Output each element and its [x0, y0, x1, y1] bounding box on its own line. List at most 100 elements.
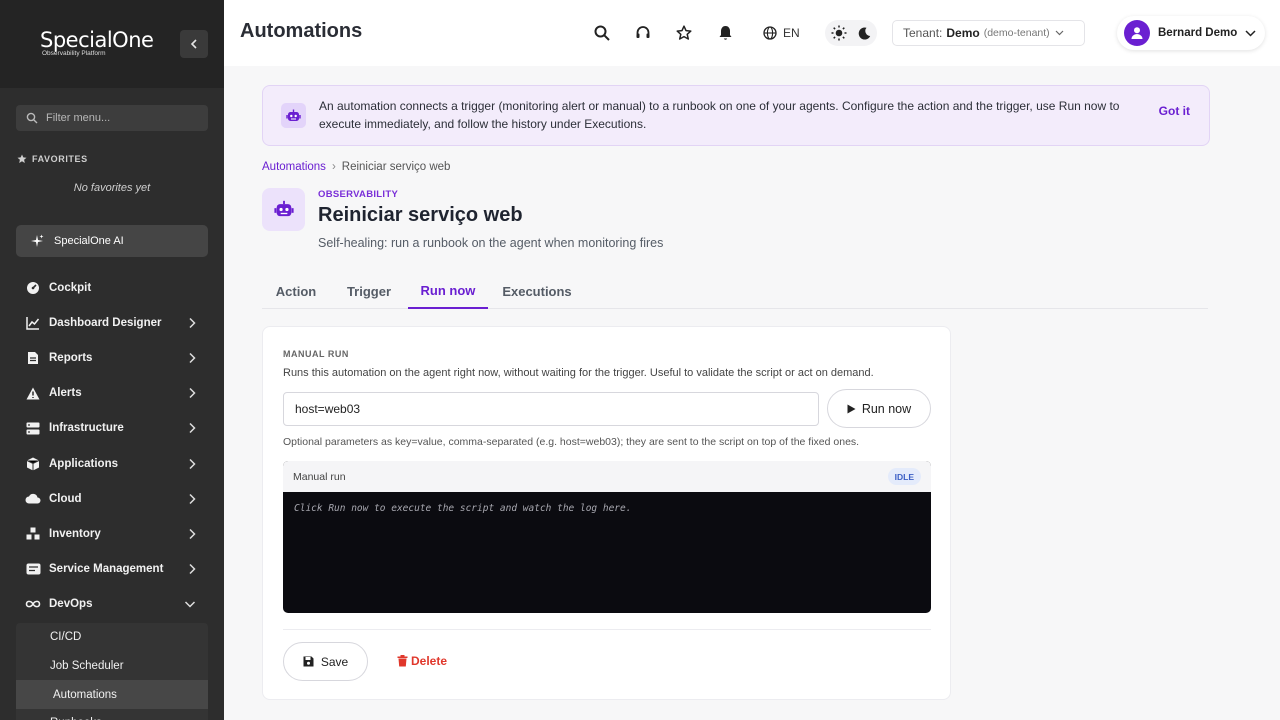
- avatar: [1124, 20, 1150, 46]
- sidebar-item-cockpit[interactable]: Cockpit: [16, 270, 208, 305]
- robot-icon: [281, 103, 306, 128]
- run-now-button[interactable]: Run now: [827, 389, 931, 428]
- automation-category: OBSERVABILITY: [318, 189, 399, 200]
- save-label: Save: [320, 654, 349, 669]
- sidebar-subitem-automations[interactable]: Automations: [16, 680, 208, 709]
- sidebar: SpecialOne Observability Platform Filter…: [0, 0, 224, 720]
- sidebar-subitem-job-scheduler[interactable]: Job Scheduler: [16, 652, 208, 681]
- parameters-input[interactable]: [283, 392, 819, 426]
- tenant-selector[interactable]: Tenant: Demo (demo-tenant): [892, 20, 1085, 46]
- breadcrumb-automations-link[interactable]: Automations: [262, 161, 326, 173]
- status-badge: IDLE: [887, 468, 921, 485]
- sparkle-icon: [31, 234, 44, 247]
- notifications-button[interactable]: [714, 22, 736, 44]
- favorites-empty-text: No favorites yet: [73, 182, 151, 194]
- trash-icon: [397, 655, 408, 667]
- breadcrumb: Automations › Reiniciar serviço web: [262, 161, 450, 173]
- sidebar-item-infrastructure[interactable]: Infrastructure: [16, 411, 208, 446]
- chart-line-icon: [25, 315, 41, 331]
- sidebar-item-dashboard-designer[interactable]: Dashboard Designer: [16, 305, 208, 340]
- search-button[interactable]: [591, 22, 613, 44]
- sidebar-item-label: Alerts: [49, 387, 82, 400]
- chevron-down-icon: [1245, 29, 1256, 37]
- infinity-icon: [25, 596, 41, 612]
- chevron-right-icon: [189, 564, 196, 575]
- favorites-button[interactable]: [673, 22, 695, 44]
- manual-run-card: MANUAL RUN Runs this automation on the a…: [262, 326, 951, 700]
- sidebar-item-label: Inventory: [49, 527, 101, 540]
- tenant-label: Tenant:: [903, 26, 943, 40]
- sidebar-nav: Cockpit Dashboard Designer Reports Alert…: [16, 270, 208, 720]
- collapse-sidebar-button[interactable]: [180, 30, 208, 58]
- sidebar-item-label: DevOps: [49, 598, 93, 611]
- delete-button[interactable]: Delete: [397, 651, 447, 671]
- document-icon: [25, 350, 41, 366]
- console-log: Click Run now to execute the script and …: [294, 503, 632, 514]
- search-icon: [26, 112, 38, 124]
- gauge-icon: [25, 280, 41, 296]
- tenant-id: (demo-tenant): [983, 27, 1050, 39]
- chevron-down-icon: [1055, 30, 1064, 36]
- automation-subtitle: Self-healing: run a runbook on the agent…: [318, 236, 664, 250]
- sidebar-header: SpecialOne Observability Platform: [0, 0, 224, 88]
- server-icon: [25, 420, 41, 436]
- run-now-label: Run now: [861, 401, 912, 416]
- chevron-left-icon: [190, 39, 197, 49]
- chevron-right-icon: [189, 317, 196, 328]
- floppy-disk-icon: [303, 656, 314, 667]
- user-name: Bernard Demo: [1158, 27, 1238, 39]
- sidebar-item-applications[interactable]: Applications: [16, 446, 208, 481]
- specialone-ai-button[interactable]: SpecialOne AI: [16, 225, 208, 257]
- section-label: MANUAL RUN: [283, 349, 349, 359]
- sidebar-item-label: Applications: [49, 457, 119, 470]
- star-icon: [17, 154, 27, 163]
- language-label: EN: [783, 26, 800, 40]
- language-selector[interactable]: EN: [763, 22, 800, 44]
- sidebar-item-reports[interactable]: Reports: [16, 340, 208, 375]
- console-title: Manual run: [293, 470, 346, 483]
- filter-menu-placeholder: Filter menu...: [46, 112, 111, 124]
- chevron-right-icon: [189, 388, 196, 399]
- page-title: Automations: [240, 20, 363, 42]
- info-banner-text: An automation connects a trigger (monito…: [319, 99, 1120, 131]
- user-menu[interactable]: Bernard Demo: [1117, 16, 1265, 50]
- run-console: Manual run IDLE Click Run now to execute…: [283, 461, 931, 613]
- filter-menu-input[interactable]: Filter menu...: [16, 105, 208, 131]
- warning-icon: [25, 385, 41, 401]
- favorites-heading-label: FAVORITES: [32, 154, 88, 164]
- tab-action[interactable]: Action: [262, 273, 330, 309]
- sidebar-item-inventory[interactable]: Inventory: [16, 516, 208, 551]
- chevron-right-icon: [189, 423, 196, 434]
- sidebar-item-service-management[interactable]: Service Management: [16, 552, 208, 587]
- sun-icon: [831, 25, 847, 41]
- specialone-ai-label: SpecialOne AI: [54, 235, 124, 247]
- theme-toggle[interactable]: [825, 20, 877, 46]
- delete-label: Delete: [411, 654, 448, 668]
- tab-trigger[interactable]: Trigger: [334, 273, 404, 309]
- sidebar-item-alerts[interactable]: Alerts: [16, 376, 208, 411]
- search-icon: [594, 25, 610, 41]
- tab-executions[interactable]: Executions: [494, 273, 580, 309]
- sidebar-subitem-runbooks[interactable]: Runbooks: [16, 709, 208, 720]
- devops-submenu: CI/CD Job Scheduler Automations Runbooks: [16, 622, 208, 720]
- tab-run-now[interactable]: Run now: [408, 273, 488, 309]
- sidebar-item-label: Cockpit: [49, 281, 92, 294]
- play-icon: [847, 404, 856, 413]
- cube-icon: [25, 456, 41, 472]
- sidebar-item-label: Cloud: [49, 492, 82, 505]
- save-button[interactable]: Save: [283, 642, 368, 681]
- sidebar-subitem-cicd[interactable]: CI/CD: [16, 623, 208, 652]
- sidebar-item-devops[interactable]: DevOps: [16, 587, 208, 622]
- section-description: Runs this automation on the agent right …: [283, 367, 874, 379]
- breadcrumb-current: Reiniciar serviço web: [341, 161, 451, 173]
- tab-bar: Action Trigger Run now Executions: [262, 273, 1208, 309]
- automation-title: Reiniciar serviço web: [318, 204, 523, 226]
- user-icon: [1131, 27, 1143, 39]
- sidebar-item-label: Infrastructure: [49, 422, 124, 435]
- chevron-down-icon: [184, 601, 196, 608]
- boxes-icon: [25, 526, 41, 542]
- dismiss-banner-button[interactable]: Got it: [1159, 104, 1190, 118]
- bell-icon: [719, 26, 731, 40]
- support-button[interactable]: [632, 22, 654, 44]
- sidebar-item-cloud[interactable]: Cloud: [16, 481, 208, 516]
